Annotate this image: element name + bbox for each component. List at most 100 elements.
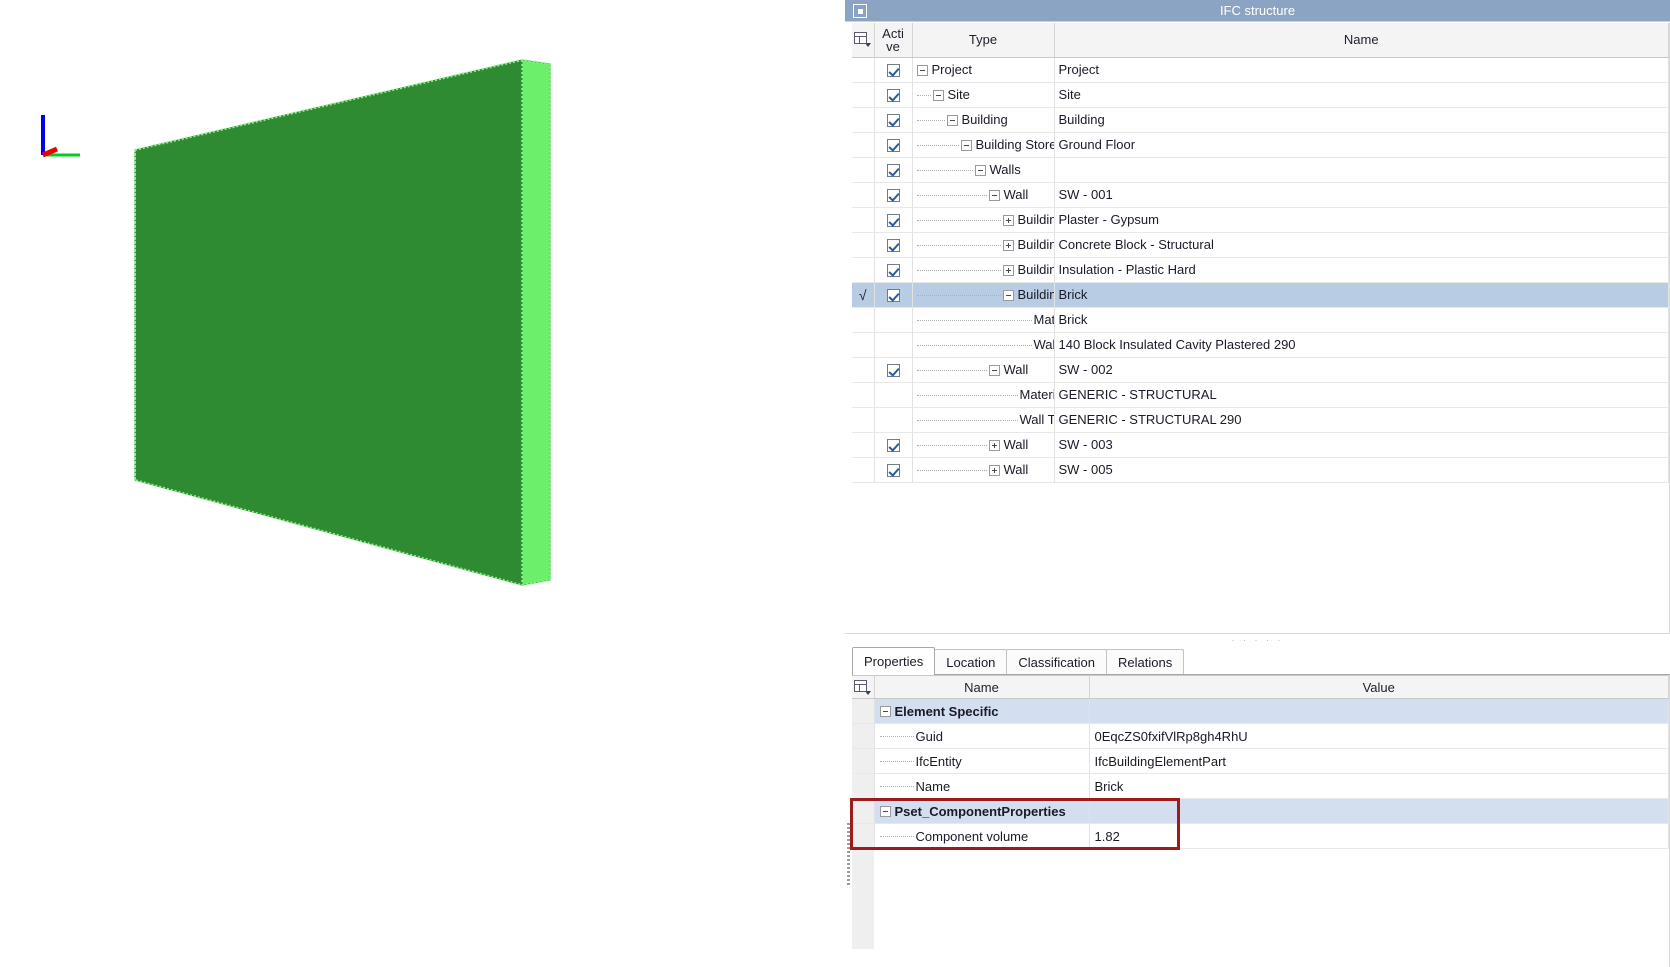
- property-name-cell[interactable]: IfcEntity: [874, 748, 1090, 774]
- row-drag-grip[interactable]: [847, 823, 850, 885]
- row-name-cell[interactable]: SW - 003: [1054, 432, 1669, 458]
- active-checkbox[interactable]: [886, 114, 900, 128]
- row-name-cell[interactable]: SW - 002: [1054, 357, 1669, 383]
- row-name-cell[interactable]: GENERIC - STRUCTURAL 290: [1054, 407, 1669, 433]
- column-header-name[interactable]: Name: [1054, 23, 1669, 58]
- ifc-tree-row[interactable]: Building Building: [852, 107, 1669, 133]
- row-marker-cell[interactable]: [852, 382, 875, 408]
- tree-node[interactable]: Building Storey: [916, 136, 1053, 153]
- property-value-cell[interactable]: [1089, 698, 1669, 724]
- row-active-cell[interactable]: [874, 132, 913, 158]
- column-header-active[interactable]: Acti ve: [874, 23, 913, 58]
- tree-node[interactable]: Wall: [916, 436, 1028, 453]
- row-active-cell[interactable]: [874, 257, 913, 283]
- tree-node[interactable]: Buildin...: [916, 286, 1053, 303]
- ifc-tree-row[interactable]: Materi...GENERIC - STRUCTURAL: [852, 382, 1669, 408]
- properties-column-header-name[interactable]: Name: [874, 675, 1090, 699]
- active-checkbox[interactable]: [886, 239, 900, 253]
- property-value-cell[interactable]: 1.82: [1089, 823, 1669, 849]
- row-active-cell[interactable]: [874, 332, 913, 358]
- collapse-node-icon[interactable]: [974, 164, 986, 176]
- property-value-cell[interactable]: 0EqcZS0fxifVlRp8gh4RhU: [1089, 723, 1669, 749]
- active-checkbox[interactable]: [886, 264, 900, 278]
- properties-column-header-value[interactable]: Value: [1089, 675, 1669, 699]
- ifc-tree-row[interactable]: Mat...Brick: [852, 307, 1669, 333]
- row-active-cell[interactable]: [874, 82, 913, 108]
- row-marker-cell[interactable]: [852, 157, 875, 183]
- tree-node[interactable]: Walls: [916, 161, 1021, 178]
- property-name-cell[interactable]: Name: [874, 773, 1090, 799]
- row-marker-cell[interactable]: [852, 332, 875, 358]
- property-value-cell[interactable]: IfcBuildingElementPart: [1089, 748, 1669, 774]
- property-name-cell[interactable]: Pset_ComponentProperties: [874, 798, 1090, 824]
- ifc-tree-row[interactable]: √ Buildin...Brick: [852, 282, 1669, 308]
- tree-node[interactable]: Project: [916, 61, 972, 78]
- tree-node[interactable]: Wall T...: [916, 336, 1053, 353]
- row-active-cell[interactable]: [874, 57, 913, 83]
- row-type-cell[interactable]: Wall T...: [912, 332, 1055, 358]
- row-marker-cell[interactable]: [852, 432, 875, 458]
- ifc-tree-row[interactable]: Buildin...Insulation - Plastic Hard: [852, 257, 1669, 283]
- row-type-cell[interactable]: Wall: [912, 432, 1055, 458]
- tree-node[interactable]: Buildin...: [916, 211, 1053, 228]
- row-type-cell[interactable]: Mat...: [912, 307, 1055, 333]
- row-type-cell[interactable]: Wall: [912, 457, 1055, 483]
- collapse-node-icon[interactable]: [879, 706, 891, 718]
- grid-settings-icon[interactable]: [854, 679, 868, 692]
- property-row[interactable]: Pset_ComponentProperties: [852, 798, 1669, 824]
- ifc-tree-row[interactable]: Project Project: [852, 57, 1669, 83]
- row-active-cell[interactable]: [874, 157, 913, 183]
- tree-node[interactable]: Buildin...: [916, 236, 1053, 253]
- collapse-node-icon[interactable]: [946, 114, 958, 126]
- row-type-cell[interactable]: Wall T...: [912, 407, 1055, 433]
- collapse-node-icon[interactable]: [1002, 289, 1014, 301]
- row-active-cell[interactable]: [874, 282, 913, 308]
- row-name-cell[interactable]: SW - 001: [1054, 182, 1669, 208]
- property-row[interactable]: IfcEntity IfcBuildingElementPart: [852, 748, 1669, 774]
- grid-settings-icon-header[interactable]: [852, 23, 875, 58]
- row-marker-cell[interactable]: [852, 107, 875, 133]
- tab-relations[interactable]: Relations: [1106, 649, 1185, 675]
- row-marker-cell[interactable]: [852, 82, 875, 108]
- ifc-tree-row[interactable]: Wall SW - 002: [852, 357, 1669, 383]
- collapse-node-icon[interactable]: [988, 189, 1000, 201]
- restore-window-button[interactable]: [853, 4, 867, 18]
- row-name-cell[interactable]: Brick: [1054, 307, 1669, 333]
- row-marker-cell[interactable]: [852, 457, 875, 483]
- ifc-tree-row[interactable]: Wall T...GENERIC - STRUCTURAL 290: [852, 407, 1669, 433]
- active-checkbox[interactable]: [886, 439, 900, 453]
- active-checkbox[interactable]: [886, 139, 900, 153]
- row-type-cell[interactable]: Buildin...: [912, 232, 1055, 258]
- expand-node-icon[interactable]: [1002, 239, 1014, 251]
- active-checkbox[interactable]: [886, 164, 900, 178]
- ifc-tree-row[interactable]: Buildin...Concrete Block - Structural: [852, 232, 1669, 258]
- properties-table-container[interactable]: Name Value Element Specific Guid 0EqcZS0fx…: [852, 675, 1670, 967]
- row-marker-cell[interactable]: [852, 257, 875, 283]
- collapse-node-icon[interactable]: [916, 64, 928, 76]
- ifc-tree-row[interactable]: Wall SW - 003: [852, 432, 1669, 458]
- row-marker-cell[interactable]: [852, 232, 875, 258]
- active-checkbox[interactable]: [886, 214, 900, 228]
- tab-classification[interactable]: Classification: [1006, 649, 1107, 675]
- property-row[interactable]: Element Specific: [852, 698, 1669, 724]
- property-name-cell[interactable]: Component volume: [874, 823, 1090, 849]
- panel-splitter[interactable]: · · · · ·: [845, 633, 1670, 647]
- row-name-cell[interactable]: Concrete Block - Structural: [1054, 232, 1669, 258]
- row-name-cell[interactable]: SW - 005: [1054, 457, 1669, 483]
- column-header-type[interactable]: Type: [912, 23, 1055, 58]
- row-active-cell[interactable]: [874, 382, 913, 408]
- property-row[interactable]: Component volume 1.82: [852, 823, 1669, 849]
- row-marker-cell[interactable]: [852, 357, 875, 383]
- tree-node[interactable]: Site: [916, 86, 970, 103]
- expand-node-icon[interactable]: [988, 464, 1000, 476]
- collapse-node-icon[interactable]: [960, 139, 972, 151]
- row-active-cell[interactable]: [874, 407, 913, 433]
- property-value-cell[interactable]: [1089, 798, 1669, 824]
- row-active-cell[interactable]: [874, 182, 913, 208]
- tree-node[interactable]: Building: [916, 111, 1008, 128]
- row-name-cell[interactable]: Ground Floor: [1054, 132, 1669, 158]
- property-name-cell[interactable]: Guid: [874, 723, 1090, 749]
- row-marker-cell[interactable]: [852, 207, 875, 233]
- row-type-cell[interactable]: Buildin...: [912, 282, 1055, 308]
- row-type-cell[interactable]: Buildin...: [912, 257, 1055, 283]
